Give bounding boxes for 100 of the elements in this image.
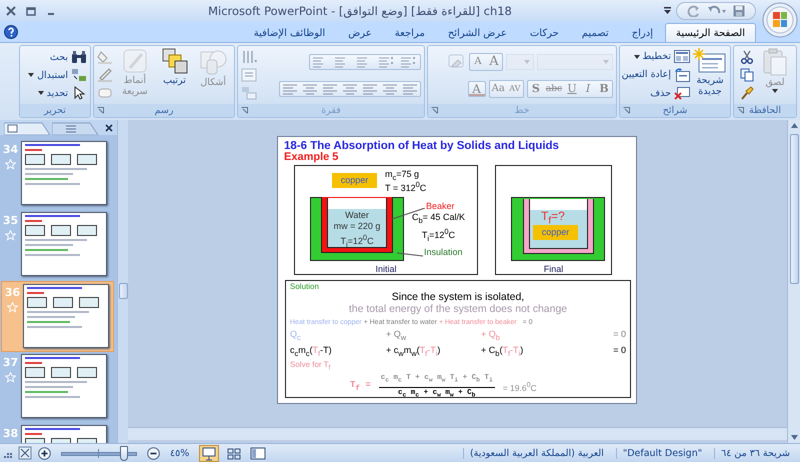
office-button[interactable]: [762, 2, 798, 38]
ribbon-tab[interactable]: إدراج: [620, 24, 664, 42]
slide-list-item[interactable]: 38: [0, 423, 117, 443]
brush-box-icon: [122, 48, 148, 74]
equation-term: + c$_{w}$m$_{w}$(T$_{f}$-T$_{i}$): [386, 344, 442, 360]
presentation-icon[interactable]: [199, 444, 220, 462]
group-label: تحرير: [20, 104, 90, 117]
normal-view-icon[interactable]: [249, 446, 268, 460]
dropdown-caret-icon[interactable]: [664, 7, 671, 15]
caret-icon: [38, 91, 44, 95]
water-drawing: [327, 198, 387, 248]
group-label: الحافظة: [734, 104, 796, 117]
ribbon-tab[interactable]: عرض الشرائح: [436, 24, 518, 42]
star-icon: [5, 230, 16, 241]
down-arrow-icon[interactable]: [790, 435, 798, 440]
caret-icon: [634, 54, 640, 59]
pen-icon[interactable]: [97, 68, 113, 82]
slide-subtitle: Example 5: [284, 152, 338, 163]
slide-number: 36: [4, 286, 20, 299]
fit-to-window-icon[interactable]: [18, 446, 32, 460]
zoom-out-icon[interactable]: [147, 446, 160, 460]
shapes-icon: [199, 48, 228, 76]
beaker-label: T$_{i}$=12$^{0}$C: [422, 226, 456, 244]
new-slide-button[interactable]: شريحة جديدة: [693, 48, 727, 102]
close-icon[interactable]: [6, 6, 16, 16]
group-label: خط: [428, 104, 616, 117]
ribbon-button[interactable]: تحديد: [38, 86, 87, 100]
caret-icon: [524, 60, 530, 64]
theme-name: "Default Design": [616, 448, 708, 458]
equation-term: + Q$_{b}$: [481, 328, 501, 344]
paint-bucket-icon[interactable]: [97, 50, 113, 64]
star-icon: [5, 159, 16, 170]
scrollbar[interactable]: [128, 427, 787, 440]
water-label: Water: [345, 210, 369, 221]
ribbon-button[interactable]: بحث: [50, 50, 87, 64]
ribbon-button[interactable]: تخطيط: [634, 50, 690, 64]
ribbon-tab[interactable]: تصميم: [570, 24, 620, 42]
slider-thumb[interactable]: [120, 446, 128, 460]
diagram-caption: Initial: [374, 264, 398, 274]
delete-slide-icon: [674, 86, 690, 100]
dialog-launcher-icon[interactable]: [737, 107, 744, 114]
slide-list-item[interactable]: 34: [0, 139, 117, 210]
paintbrush-icon[interactable]: [740, 86, 754, 100]
redo-icon[interactable]: [687, 5, 701, 17]
close-icon[interactable]: [105, 124, 113, 132]
leader-line: [397, 252, 423, 257]
ribbon-tab[interactable]: عرض: [337, 24, 383, 42]
caret-icon: [772, 89, 778, 93]
binoculars-icon: [71, 50, 87, 64]
ribbon-tab[interactable]: حركات: [518, 24, 570, 42]
up-arrow-icon[interactable]: [790, 123, 798, 128]
slide-list-item[interactable]: 35: [0, 210, 117, 281]
equation-term: Q$_{c}$: [290, 328, 302, 344]
ribbon-button[interactable]: استبدال: [28, 68, 87, 82]
solution-text: the total energy of the system does not change: [348, 303, 568, 315]
slide-list-item[interactable]: 36: [1, 281, 114, 352]
ribbon-tab[interactable]: الصفحة الرئيسية: [665, 23, 756, 42]
slide-title: 18-6 The Absorption of Heat by Solids and Liquids: [284, 140, 560, 152]
arrange-button[interactable]: ترتيب: [156, 48, 192, 102]
beaker-label: Beaker: [426, 201, 455, 211]
help-icon[interactable]: [4, 25, 18, 39]
dialog-launcher-icon[interactable]: [623, 107, 630, 114]
slide-number: 38: [2, 427, 18, 440]
equation-term: + Q$_{w}$: [386, 328, 408, 344]
scissors-icon[interactable]: [740, 50, 754, 64]
star-icon: [7, 302, 18, 313]
layout-icon: [674, 50, 690, 64]
formula-result: = 19.6$^{0}$C: [502, 380, 537, 393]
maximize-icon[interactable]: [26, 6, 36, 16]
scrollbar[interactable]: [787, 120, 800, 443]
ribbon-tab[interactable]: الوظائف الإضافية: [242, 24, 336, 42]
equation-term: = 0: [612, 328, 626, 341]
group-label: فقرة: [238, 104, 424, 117]
group-label: شرائح: [620, 104, 730, 117]
window-title: ch18 [للقراءة فقط] [وضع التوافق] - Microsoft PowerPoint: [207, 4, 513, 18]
stacked-squares-icon: [162, 48, 188, 74]
dialog-launcher-icon[interactable]: [97, 107, 104, 114]
scrollbar[interactable]: [117, 120, 128, 443]
save-icon[interactable]: [733, 5, 745, 17]
equation-term: + C$_{b}$(T$_{f}$-T$_{i}$): [481, 344, 524, 360]
slides-tab[interactable]: [4, 121, 52, 135]
star-icon: [5, 372, 16, 383]
ribbon-button[interactable]: إعادة التعيين: [622, 68, 690, 82]
mass-label: m$_{c}$=75 g: [385, 169, 420, 182]
grid-view-icon[interactable]: [225, 446, 244, 460]
zoom-in-icon[interactable]: [38, 446, 51, 460]
solution-text: Since the system is isolated,: [390, 291, 526, 303]
slide-list-item[interactable]: 37: [0, 352, 117, 423]
outline-tab[interactable]: [52, 121, 100, 135]
ribbon-button[interactable]: حذف: [650, 86, 690, 100]
copper-block: copper: [332, 173, 377, 188]
zoom-level: %٤٥: [169, 448, 190, 458]
solve-text: Solve for T$_{f}$: [290, 360, 332, 372]
copy-icon[interactable]: [740, 68, 754, 82]
temperature-label: T$_{f}$=?: [541, 210, 565, 228]
shape-effects-icon[interactable]: [97, 86, 113, 100]
slide-sparkle-icon: [693, 48, 727, 74]
water-label: mw = 220 g: [334, 221, 380, 232]
caret-icon: [603, 60, 609, 64]
ribbon-tab[interactable]: مراجعة: [384, 24, 436, 42]
